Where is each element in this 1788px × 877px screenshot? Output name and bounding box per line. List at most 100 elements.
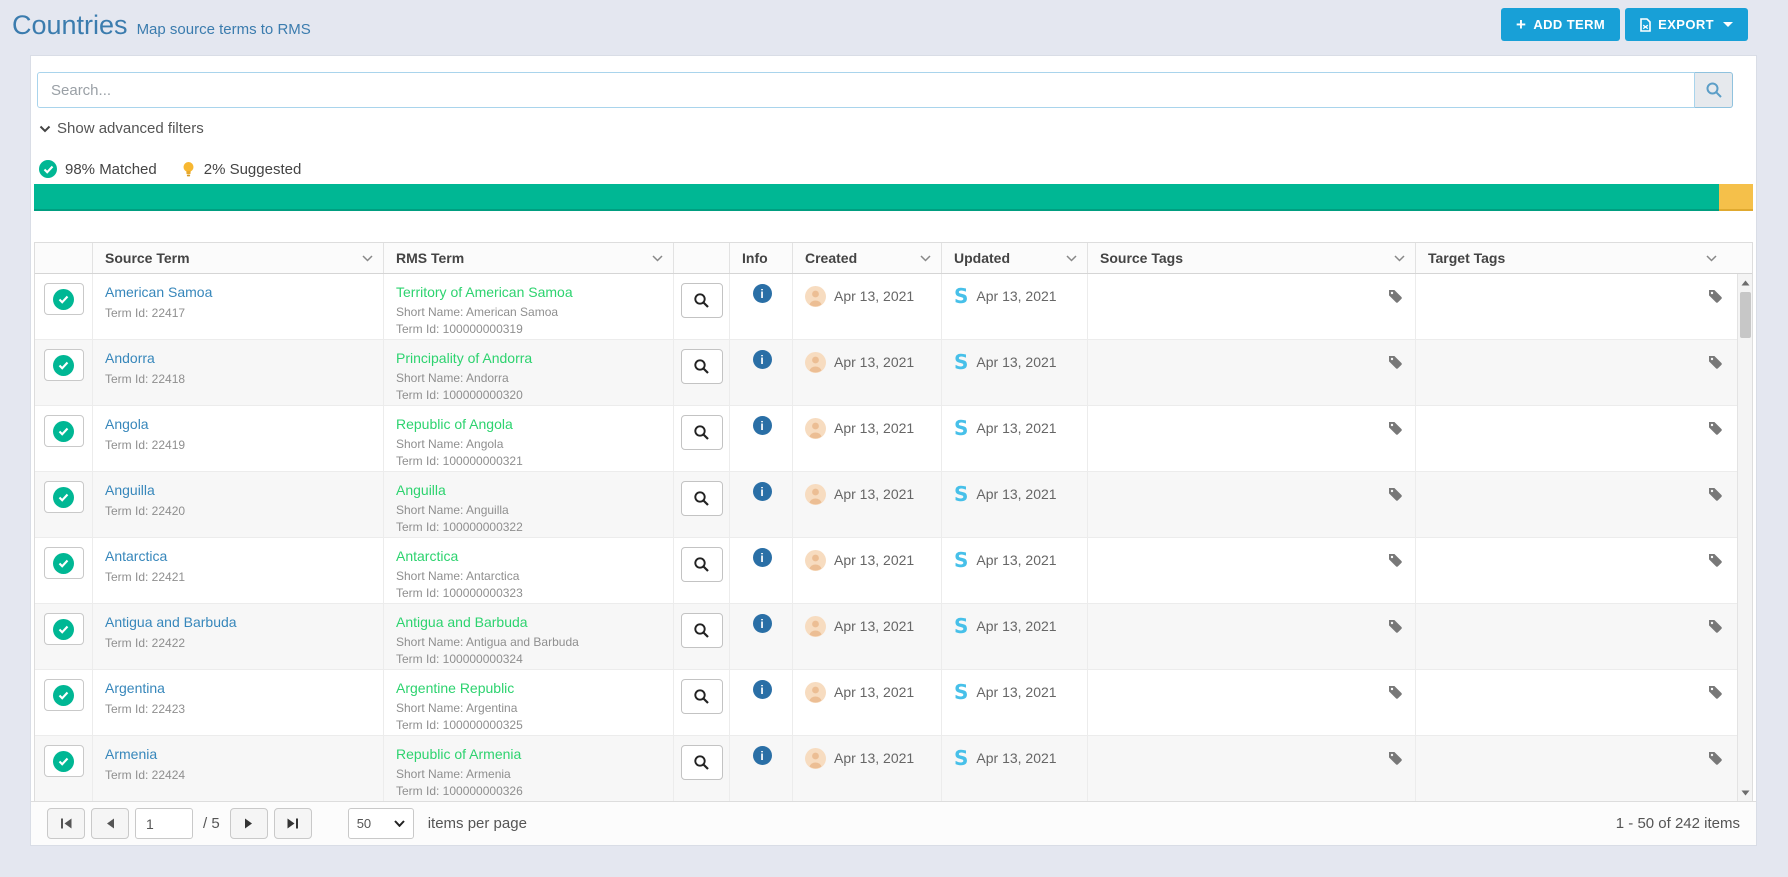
preview-search-button[interactable] xyxy=(681,349,723,384)
column-header-target-tags[interactable]: Target Tags xyxy=(1416,243,1745,273)
rms-term-link[interactable]: Principality of Andorra xyxy=(396,350,663,366)
chevron-down-icon[interactable] xyxy=(1394,255,1405,262)
first-page-button[interactable] xyxy=(47,808,85,839)
next-page-button[interactable] xyxy=(230,808,268,839)
matched-check-icon xyxy=(53,289,74,310)
previous-page-button[interactable] xyxy=(91,808,129,839)
matched-status-button[interactable] xyxy=(44,613,84,645)
rms-term-link[interactable]: Argentine Republic xyxy=(396,680,663,696)
matched-status-button[interactable] xyxy=(44,415,84,447)
source-term-link[interactable]: Armenia xyxy=(105,746,373,762)
tag-icon[interactable] xyxy=(1707,552,1723,573)
chevron-down-icon[interactable] xyxy=(652,255,663,262)
preview-search-button[interactable] xyxy=(681,415,723,450)
column-header-rms-term[interactable]: RMS Term xyxy=(384,243,674,273)
matched-status-button[interactable] xyxy=(44,547,84,579)
rms-term-link[interactable]: Republic of Angola xyxy=(396,416,663,432)
status-cell xyxy=(35,406,93,471)
preview-search-button[interactable] xyxy=(681,613,723,648)
tag-icon[interactable] xyxy=(1707,684,1723,705)
preview-cell xyxy=(674,274,730,339)
tag-icon[interactable] xyxy=(1707,750,1723,771)
items-per-page-select[interactable]: 50 xyxy=(348,808,414,839)
info-icon[interactable]: i xyxy=(753,746,772,765)
info-icon[interactable]: i xyxy=(753,614,772,633)
tag-icon[interactable] xyxy=(1707,618,1723,639)
source-term-link[interactable]: Andorra xyxy=(105,350,373,366)
add-term-button[interactable]: + ADD TERM xyxy=(1501,8,1620,41)
info-icon[interactable]: i xyxy=(753,548,772,567)
tag-icon[interactable] xyxy=(1387,486,1403,507)
source-term-link[interactable]: American Samoa xyxy=(105,284,373,300)
matched-status-button[interactable] xyxy=(44,349,84,381)
scrollbar-thumb[interactable] xyxy=(1740,292,1751,338)
magnifier-icon xyxy=(693,424,710,441)
scrollbar-up-arrow[interactable] xyxy=(1738,276,1752,290)
source-term-link[interactable]: Argentina xyxy=(105,680,373,696)
last-page-button[interactable] xyxy=(274,808,312,839)
page-number-input[interactable] xyxy=(135,808,193,839)
search-button[interactable] xyxy=(1695,72,1733,108)
column-label: Info xyxy=(742,250,768,266)
preview-search-button[interactable] xyxy=(681,481,723,516)
tag-icon[interactable] xyxy=(1707,354,1723,375)
source-term-link[interactable]: Angola xyxy=(105,416,373,432)
status-cell xyxy=(35,472,93,537)
source-term-link[interactable]: Anguilla xyxy=(105,482,373,498)
preview-search-button[interactable] xyxy=(681,283,723,318)
preview-search-button[interactable] xyxy=(681,745,723,780)
chevron-down-icon[interactable] xyxy=(920,255,931,262)
column-header-updated[interactable]: Updated xyxy=(942,243,1088,273)
source-term-id: Term Id: 22418 xyxy=(105,371,373,388)
tag-icon[interactable] xyxy=(1387,618,1403,639)
table-header-row: Source Term RMS Term Info Created Update… xyxy=(35,243,1752,274)
column-header-created[interactable]: Created xyxy=(793,243,942,273)
target-tags-cell xyxy=(1416,274,1745,339)
search-input[interactable] xyxy=(37,72,1695,108)
info-icon[interactable]: i xyxy=(753,482,772,501)
matched-status-button[interactable] xyxy=(44,481,84,513)
tag-icon[interactable] xyxy=(1387,354,1403,375)
export-button[interactable]: EXPORT xyxy=(1625,8,1748,41)
tag-icon[interactable] xyxy=(1387,552,1403,573)
preview-cell xyxy=(674,340,730,405)
user-avatar-icon xyxy=(805,418,826,439)
rms-term-link[interactable]: Territory of American Samoa xyxy=(396,284,663,300)
info-cell: i xyxy=(730,670,793,735)
created-date: Apr 13, 2021 xyxy=(834,352,914,373)
info-icon[interactable]: i xyxy=(753,680,772,699)
tag-icon[interactable] xyxy=(1707,486,1723,507)
source-term-link[interactable]: Antigua and Barbuda xyxy=(105,614,373,630)
search-icon xyxy=(1705,81,1723,99)
rms-term-link[interactable]: Republic of Armenia xyxy=(396,746,663,762)
tag-icon[interactable] xyxy=(1707,420,1723,441)
tag-icon[interactable] xyxy=(1387,750,1403,771)
preview-search-button[interactable] xyxy=(681,679,723,714)
scrollbar-down-arrow[interactable] xyxy=(1738,786,1752,800)
info-icon[interactable]: i xyxy=(753,350,772,369)
matched-status-button[interactable] xyxy=(44,679,84,711)
tag-icon[interactable] xyxy=(1387,684,1403,705)
matched-status-button[interactable] xyxy=(44,745,84,777)
preview-search-button[interactable] xyxy=(681,547,723,582)
matched-check-icon xyxy=(53,619,74,640)
rms-term-link[interactable]: Antigua and Barbuda xyxy=(396,614,663,630)
rms-term-link[interactable]: Antarctica xyxy=(396,548,663,564)
show-advanced-filters-toggle[interactable]: Show advanced filters xyxy=(39,120,204,137)
vertical-scrollbar[interactable] xyxy=(1737,274,1752,802)
info-icon[interactable]: i xyxy=(753,284,772,303)
tag-icon[interactable] xyxy=(1707,288,1723,309)
chevron-down-icon[interactable] xyxy=(362,255,373,262)
magnifier-icon xyxy=(693,490,710,507)
rms-term-link[interactable]: Anguilla xyxy=(396,482,663,498)
source-term-link[interactable]: Antarctica xyxy=(105,548,373,564)
chevron-down-icon[interactable] xyxy=(1066,255,1077,262)
tag-icon[interactable] xyxy=(1387,420,1403,441)
tag-icon[interactable] xyxy=(1387,288,1403,309)
column-header-source-tags[interactable]: Source Tags xyxy=(1088,243,1416,273)
column-header-source-term[interactable]: Source Term xyxy=(93,243,384,273)
chevron-down-icon[interactable] xyxy=(1706,255,1717,262)
status-cell xyxy=(35,670,93,735)
info-icon[interactable]: i xyxy=(753,416,772,435)
matched-status-button[interactable] xyxy=(44,283,84,315)
